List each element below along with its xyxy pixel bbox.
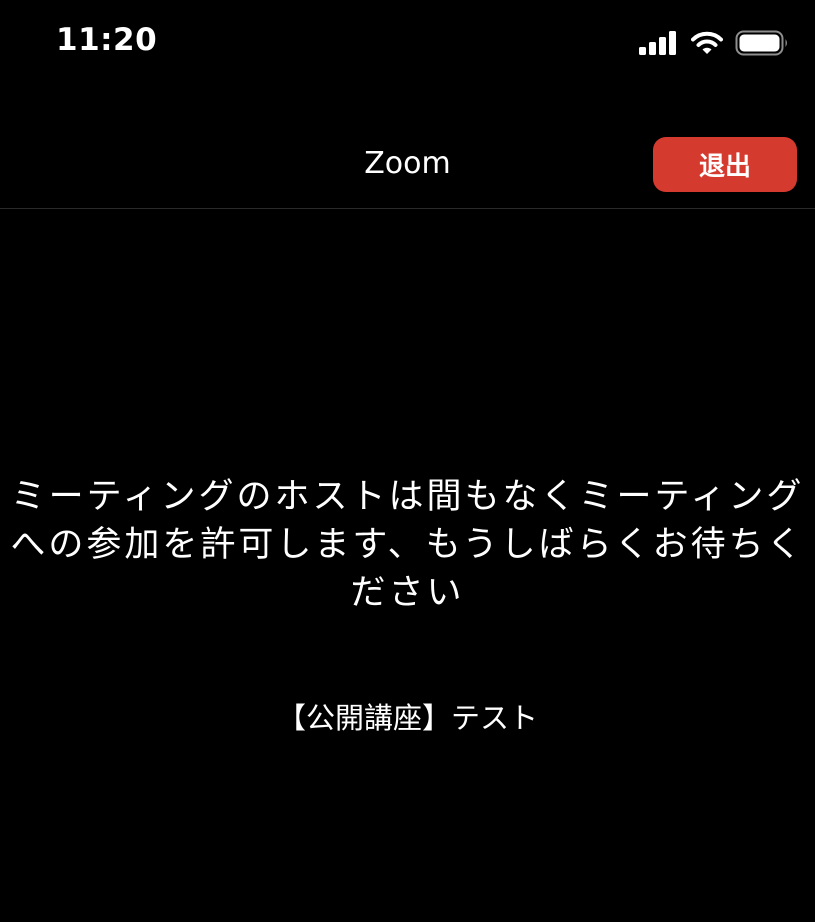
status-bar: 11:20 bbox=[0, 0, 815, 84]
cellular-signal-icon bbox=[639, 31, 679, 59]
battery-icon bbox=[735, 30, 789, 60]
status-icons bbox=[639, 30, 789, 60]
meeting-name: 【公開講座】テスト bbox=[276, 701, 538, 735]
status-time: 11:20 bbox=[56, 22, 158, 58]
leave-button[interactable]: 退出 bbox=[653, 137, 797, 192]
wifi-icon bbox=[691, 31, 723, 59]
header: Zoom 退出 bbox=[0, 118, 815, 209]
waiting-message: ミーティングのホストは間もなくミーティングへの参加を許可します、もうしばらくお待… bbox=[10, 477, 805, 613]
